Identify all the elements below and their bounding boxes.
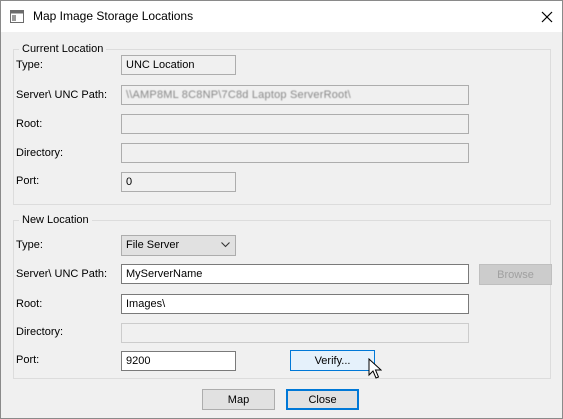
current-type-label: Type:: [16, 59, 43, 71]
new-root-label: Root:: [16, 298, 43, 310]
new-type-select[interactable]: File Server: [121, 235, 236, 256]
new-type-label: Type:: [16, 239, 43, 251]
close-icon[interactable]: [536, 6, 558, 28]
current-root-field: [121, 114, 469, 134]
current-server-label: Server\ UNC Path:: [16, 89, 108, 101]
current-location-legend: Current Location: [19, 42, 107, 56]
new-root-input[interactable]: [121, 294, 469, 314]
current-server-field: \\AMP8ML 8C8NP\7C8d Laptop ServerRoot\: [121, 85, 469, 105]
map-button[interactable]: Map: [202, 389, 275, 410]
chevron-down-icon: [221, 242, 230, 248]
dialog-window: Map Image Storage Locations Current Loca…: [0, 0, 563, 419]
new-type-value: File Server: [126, 239, 180, 251]
new-server-input[interactable]: [121, 264, 469, 284]
new-port-label: Port:: [16, 354, 40, 366]
mouse-pointer-icon: [368, 358, 382, 379]
new-server-label: Server\ UNC Path:: [16, 268, 108, 280]
verify-button[interactable]: Verify...: [290, 350, 375, 371]
current-port-field: 0: [121, 172, 236, 192]
new-location-legend: New Location: [19, 213, 92, 227]
current-port-label: Port:: [16, 175, 40, 187]
current-root-label: Root:: [16, 118, 43, 130]
title-bar[interactable]: Map Image Storage Locations: [1, 1, 562, 32]
current-directory-label: Directory:: [16, 147, 64, 159]
current-server-value: \\AMP8ML 8C8NP\7C8d Laptop ServerRoot\: [126, 89, 351, 101]
app-window-icon: [10, 10, 24, 23]
new-directory-label: Directory:: [16, 326, 64, 338]
window-title: Map Image Storage Locations: [33, 9, 194, 23]
current-directory-field: [121, 143, 469, 163]
close-button[interactable]: Close: [286, 389, 359, 410]
new-directory-field: [121, 323, 469, 343]
current-type-field: UNC Location: [121, 55, 236, 75]
browse-button[interactable]: Browse: [479, 264, 552, 285]
new-port-input[interactable]: [121, 351, 236, 371]
